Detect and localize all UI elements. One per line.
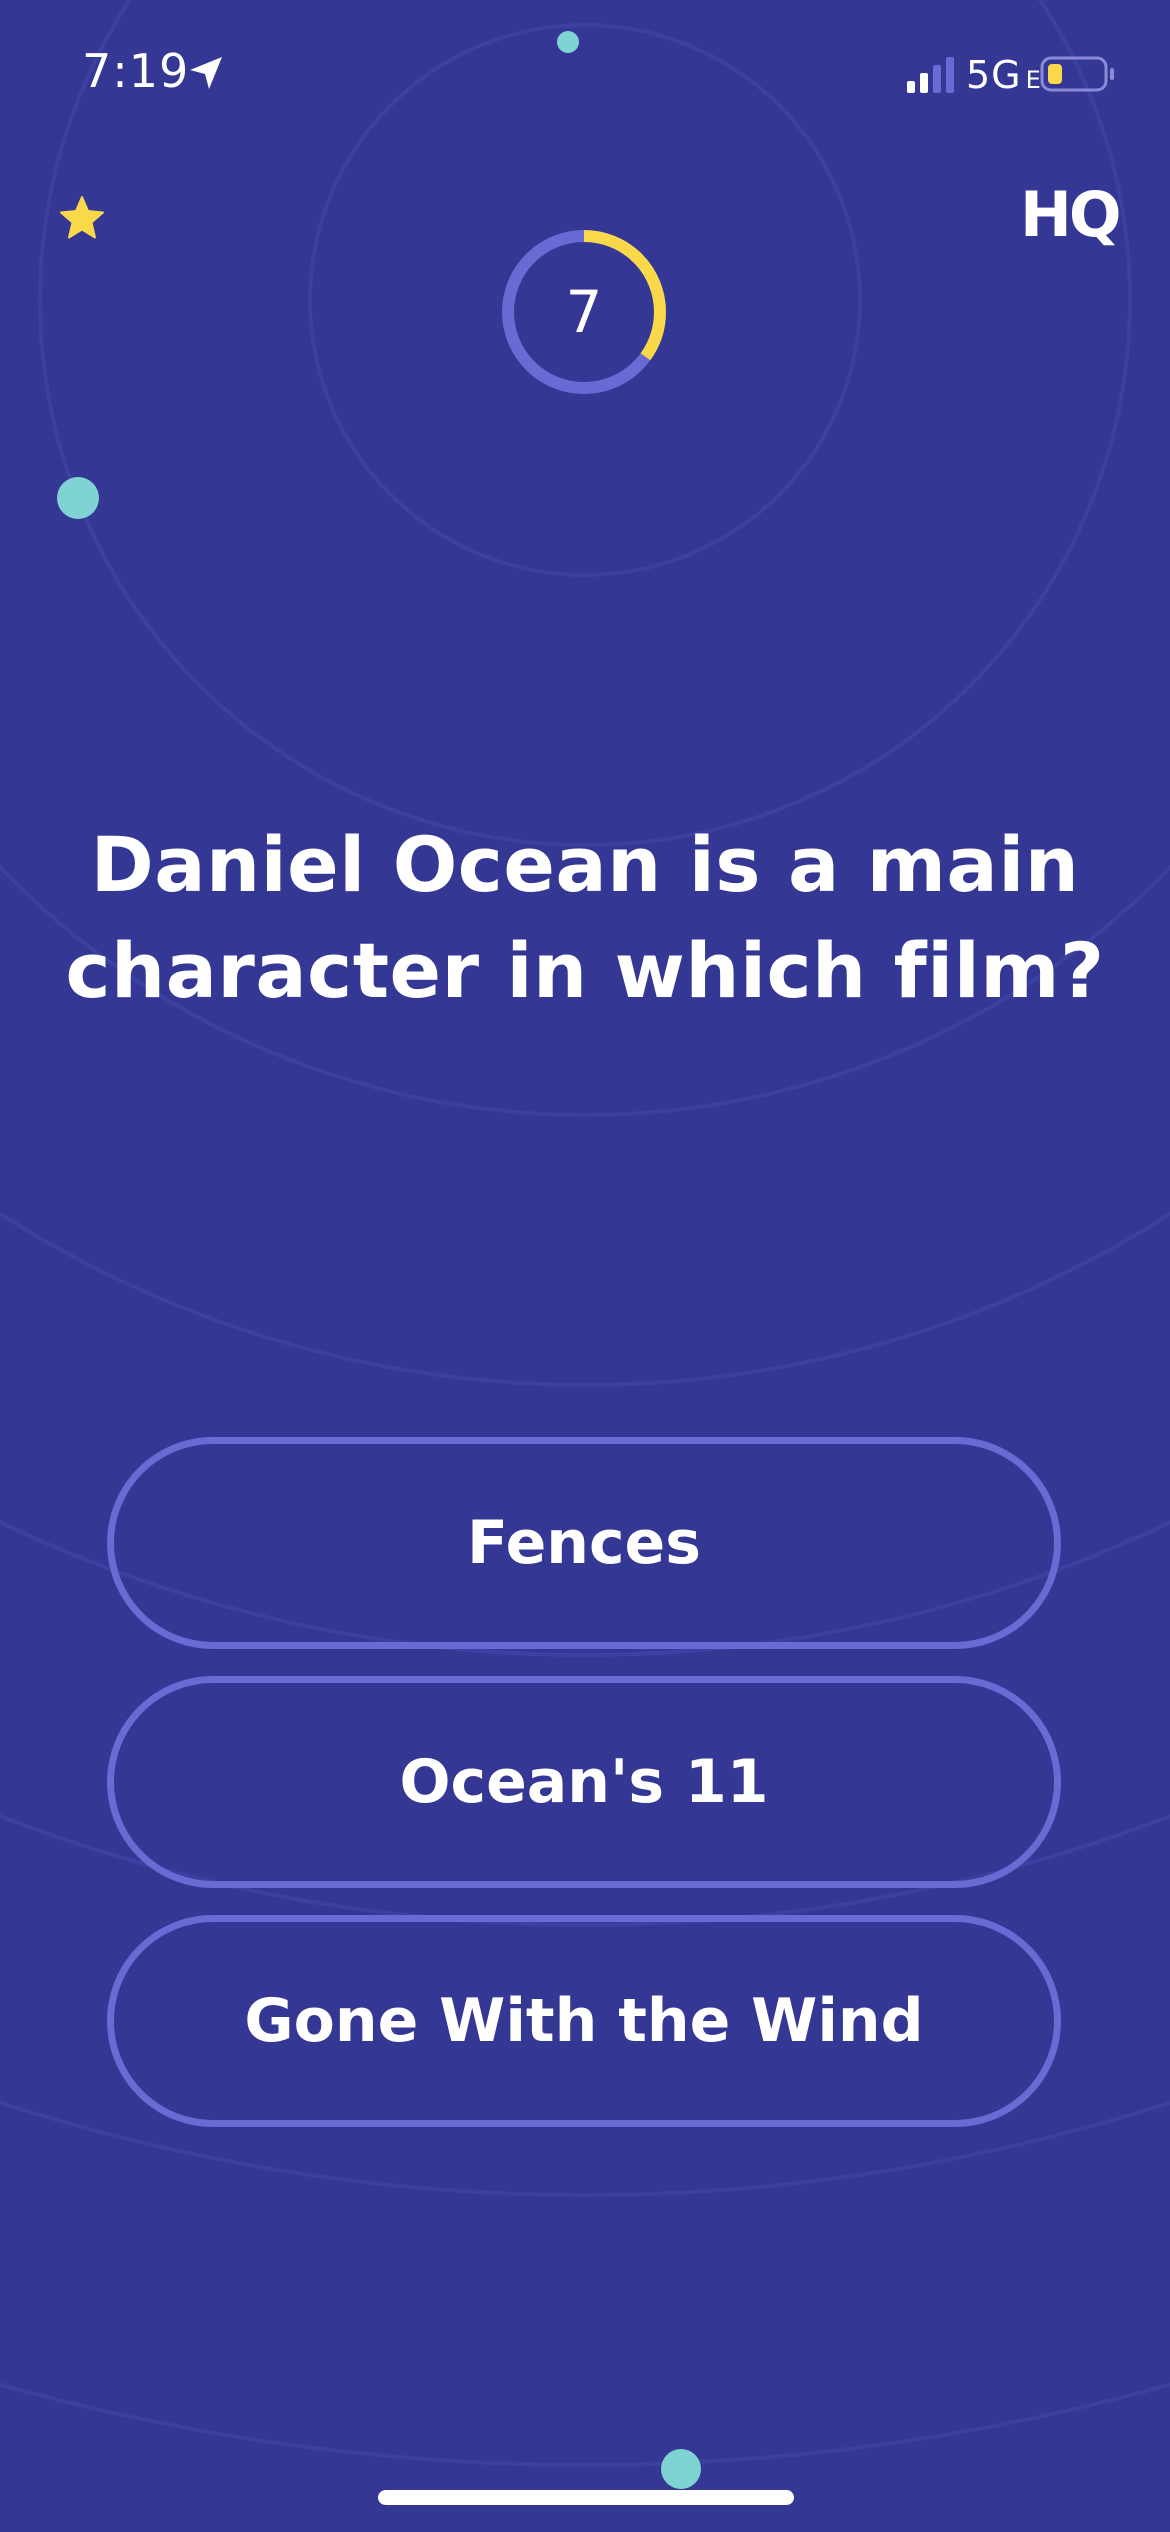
decor-dot-left <box>57 477 99 519</box>
status-bar: 7:19 5G E <box>0 0 1170 150</box>
question-text: Daniel Ocean is a main character in whic… <box>65 820 1105 1015</box>
status-time: 7:19 <box>82 44 190 98</box>
hq-logo: HQ <box>1020 180 1122 250</box>
timer-value: 7 <box>565 278 603 346</box>
battery-low-icon <box>1040 56 1114 92</box>
location-arrow-icon <box>190 57 222 89</box>
hq-logo-text: HQ <box>1020 180 1119 250</box>
answer-option-3[interactable]: Gone With the Wind <box>107 1915 1061 2127</box>
star-icon[interactable] <box>58 194 106 242</box>
home-indicator[interactable] <box>378 2490 794 2505</box>
network-type: 5G E <box>966 53 1042 97</box>
cellular-signal-icon <box>907 57 954 93</box>
decor-dot-bottom <box>661 2449 701 2489</box>
answer-list: Fences Ocean's 11 Gone With the Wind <box>107 1437 1061 2154</box>
answer-option-1[interactable]: Fences <box>107 1437 1061 1649</box>
answer-option-2[interactable]: Ocean's 11 <box>107 1676 1061 1888</box>
network-label: 5G <box>966 53 1022 97</box>
countdown-timer: 7 <box>498 226 670 398</box>
